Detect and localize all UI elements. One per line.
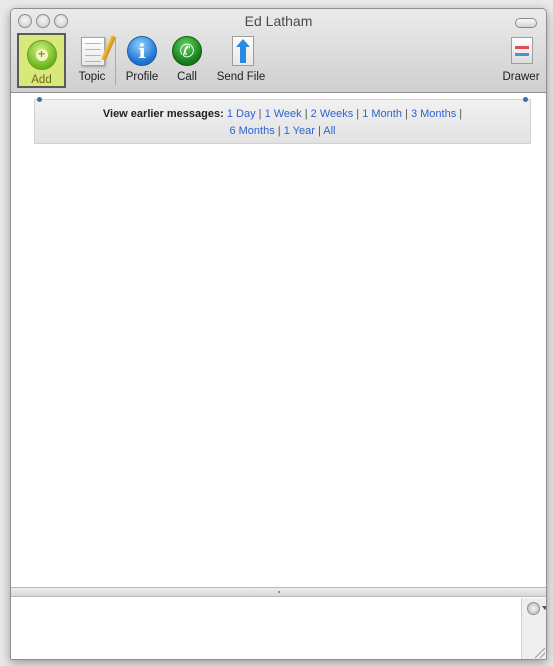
info-icon: i <box>125 35 159 69</box>
toolbar-toggle-button[interactable] <box>515 18 537 28</box>
split-view-divider[interactable] <box>11 587 546 597</box>
topic-button[interactable]: Topic <box>72 35 117 83</box>
send-file-button-label: Send File <box>216 71 266 83</box>
history-bar: View earlier messages: 1 Day | 1 Week | … <box>34 97 531 144</box>
call-button-label: Call <box>177 71 197 83</box>
chat-window: Ed Latham Add Topic i Profile ✆ Call <box>10 8 547 660</box>
window-title: Ed Latham <box>244 13 313 29</box>
message-transcript[interactable] <box>11 94 546 584</box>
message-input[interactable] <box>11 598 521 659</box>
window-titlebar: Ed Latham Add Topic i Profile ✆ Call <box>11 9 546 93</box>
pin-icon <box>37 97 42 102</box>
drawer-button[interactable]: Drawer <box>499 35 543 83</box>
profile-button-label: Profile <box>125 71 159 83</box>
smiley-icon[interactable] <box>527 602 540 615</box>
drawer-icon <box>504 35 538 69</box>
file-upload-icon <box>224 35 258 69</box>
input-sidebar <box>521 598 546 659</box>
history-link-3-months[interactable]: 3 Months <box>411 108 456 120</box>
notepad-pencil-icon <box>75 35 117 69</box>
history-link-1-week[interactable]: 1 Week <box>265 108 302 120</box>
drawer-button-label: Drawer <box>502 71 540 83</box>
phone-icon: ✆ <box>170 35 204 69</box>
add-button-label: Add <box>31 74 52 86</box>
history-link-1-year[interactable]: 1 Year <box>284 125 315 137</box>
call-button[interactable]: ✆ Call <box>167 35 207 83</box>
send-file-button[interactable]: Send File <box>212 35 270 83</box>
history-link-1-day[interactable]: 1 Day <box>227 108 256 120</box>
history-prefix: View earlier messages: <box>102 108 224 120</box>
topic-button-label: Topic <box>78 71 106 83</box>
history-link-1-month[interactable]: 1 Month <box>362 108 402 120</box>
toolbar-separator <box>115 37 116 85</box>
resize-grip-icon[interactable] <box>535 648 545 658</box>
pin-icon <box>523 97 528 102</box>
chevron-down-icon[interactable] <box>542 606 546 610</box>
add-button[interactable]: Add <box>17 33 66 88</box>
history-link-2-weeks[interactable]: 2 Weeks <box>311 108 354 120</box>
history-link-6-months[interactable]: 6 Months <box>229 125 274 137</box>
profile-button[interactable]: i Profile <box>122 35 162 83</box>
history-link-all[interactable]: All <box>323 125 335 137</box>
add-contact-icon <box>25 39 59 73</box>
